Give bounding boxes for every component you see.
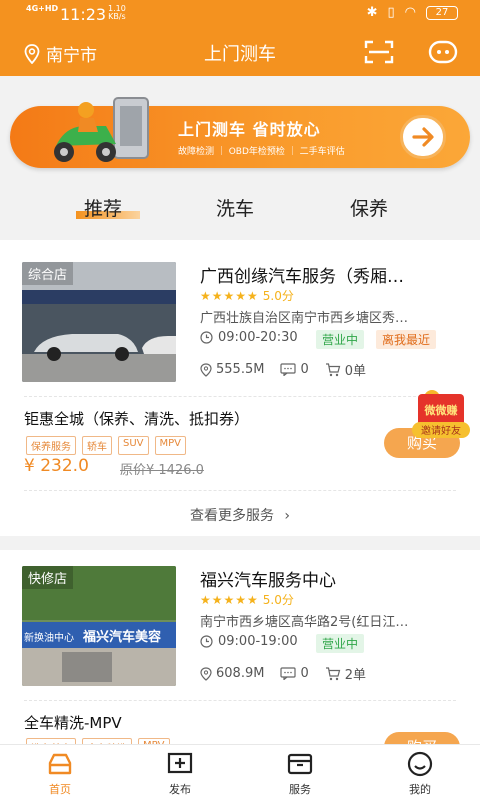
hours-text: 09:00-19:00: [218, 634, 298, 649]
nav-mine[interactable]: 我的: [380, 751, 460, 797]
shop-type-tag: 快修店: [22, 566, 74, 589]
app-header: 南宁市 上门测车: [0, 28, 480, 76]
arrow-right-icon: [412, 127, 434, 147]
category-tabs: 推荐 洗车 保养: [0, 176, 480, 240]
divider: [24, 396, 456, 397]
nav-home-label: 首页: [49, 783, 71, 796]
wifi-icon: ◠: [404, 5, 416, 20]
shop-stats: 555.5M 0 0单: [200, 360, 378, 379]
bottom-navigation: 首页 发布 服务 我的: [0, 744, 480, 800]
nav-mine-label: 我的: [409, 783, 431, 796]
tab-car-wash[interactable]: 洗车: [216, 194, 254, 221]
nav-service[interactable]: 服务: [260, 751, 340, 797]
order-count: 0单: [344, 364, 366, 379]
business-hours: 09:00-20:30: [200, 330, 298, 345]
package-tag: 保养服务: [26, 436, 76, 455]
rating-stars: ★★★★★: [200, 593, 259, 607]
open-status-badge: 营业中: [316, 634, 365, 653]
vibrate-icon: ▯: [387, 5, 395, 20]
invite-badge-top: 微微赚: [424, 403, 458, 417]
home-car-icon: [48, 753, 72, 775]
package-tag: 轿车: [82, 436, 112, 455]
onsite-inspection-banner[interactable]: 上门测车 省时放心 故障检测 ｜ OBD年检预检 ｜ 二手车评估: [10, 97, 470, 168]
nav-publish-label: 发布: [169, 783, 191, 796]
chevron-right-icon: ›: [284, 508, 291, 524]
rating-score: 5.0分: [262, 593, 294, 607]
clock: 11:23: [60, 5, 107, 24]
divider: [24, 490, 456, 491]
shop-address: 广西壮族自治区南宁市西乡塘区秀…: [200, 311, 409, 326]
comment-count: 0: [300, 362, 309, 377]
shop-name[interactable]: 福兴汽车服务中心: [200, 566, 462, 591]
hours-text: 09:00-20:30: [218, 330, 298, 345]
shop-type-tag: 综合店: [22, 262, 74, 285]
comment-count: 0: [300, 666, 309, 681]
view-more-label: 查看更多服务: [189, 508, 274, 524]
page-title: 上门测车: [204, 44, 276, 65]
shop-photo[interactable]: 福兴汽车美容 新换油中心 快修店: [22, 566, 176, 686]
section-gap: [0, 536, 480, 550]
business-hours: 09:00-19:00: [200, 634, 298, 649]
message-icon[interactable]: [428, 40, 458, 66]
add-square-icon: [167, 752, 193, 774]
location-icon: [200, 666, 212, 681]
delivery-scooter-illustration: [54, 97, 149, 162]
comment-icon: [280, 667, 297, 680]
order-count: 2单: [344, 668, 366, 683]
banner-area: 上门测车 省时放心 故障检测 ｜ OBD年检预检 ｜ 二手车评估: [0, 76, 480, 176]
tab-recommend[interactable]: 推荐: [75, 194, 141, 221]
invite-badge-label: 邀请好友: [421, 424, 461, 437]
cart-icon: [325, 362, 341, 376]
invite-friends-badge[interactable]: 微微赚 邀请好友: [412, 388, 470, 440]
shop-address: 南宁市西乡塘区高华路2号(红日江…: [200, 615, 409, 630]
location-icon: [200, 362, 212, 377]
clock-icon: [200, 331, 213, 344]
nav-home[interactable]: 首页: [20, 751, 100, 797]
shop-photo[interactable]: 综合店: [22, 262, 176, 382]
svg-text:新换油中心: 新换油中心: [24, 631, 74, 644]
package-price: ¥ 232.0: [24, 456, 89, 476]
view-more-services[interactable]: 查看更多服务 ›: [0, 505, 480, 525]
banner-subtitle: 故障检测 ｜ OBD年检预检 ｜ 二手车评估: [178, 147, 345, 157]
network-speed: 1.10 KB/s: [108, 4, 126, 21]
divider: [24, 700, 456, 701]
banner-go-button[interactable]: [400, 115, 446, 159]
nav-service-label: 服务: [289, 783, 311, 796]
package-tag: MPV: [154, 436, 187, 455]
tab-maintenance[interactable]: 保养: [350, 194, 388, 221]
package-title[interactable]: 钜惠全城（保养、清洗、抵扣券）: [24, 408, 249, 429]
network-indicator: 4G+HD: [26, 4, 59, 13]
banner-title: 上门测车 省时放心: [178, 120, 321, 139]
status-bar: 4G+HD 11:23 1.10 KB/s ✱ ▯ ◠ 27: [0, 0, 480, 28]
shop-name[interactable]: 广西创缘汽车服务（秀厢…: [200, 262, 462, 287]
svg-text:福兴汽车美容: 福兴汽车美容: [82, 629, 161, 645]
battery-icon: 27: [426, 5, 458, 20]
nav-publish[interactable]: 发布: [140, 751, 220, 797]
rating: ★★★★★ 5.0分: [200, 591, 294, 608]
bluetooth-icon: ✱: [366, 5, 378, 20]
profile-smile-icon: [407, 751, 433, 777]
package-original-price: 原价¥ 1426.0: [120, 463, 204, 478]
distance: 555.5M: [216, 362, 265, 377]
rating-score: 5.0分: [262, 289, 294, 303]
rating-stars: ★★★★★: [200, 289, 259, 303]
package-tags: 保养服务 轿车 SUV MPV: [26, 436, 187, 455]
clock-icon: [200, 635, 213, 648]
package-tag: SUV: [118, 436, 149, 455]
comment-icon: [280, 363, 297, 376]
service-box-icon: [287, 753, 313, 775]
shop-stats: 608.9M 0 2单: [200, 664, 378, 683]
rating: ★★★★★ 5.0分: [200, 287, 294, 304]
cart-icon: [325, 666, 341, 680]
distance: 608.9M: [216, 666, 265, 681]
nearest-badge: 离我最近: [376, 330, 437, 349]
package-title[interactable]: 全车精洗-MPV: [24, 712, 122, 733]
open-status-badge: 营业中: [316, 330, 365, 349]
scan-icon[interactable]: [364, 40, 394, 64]
